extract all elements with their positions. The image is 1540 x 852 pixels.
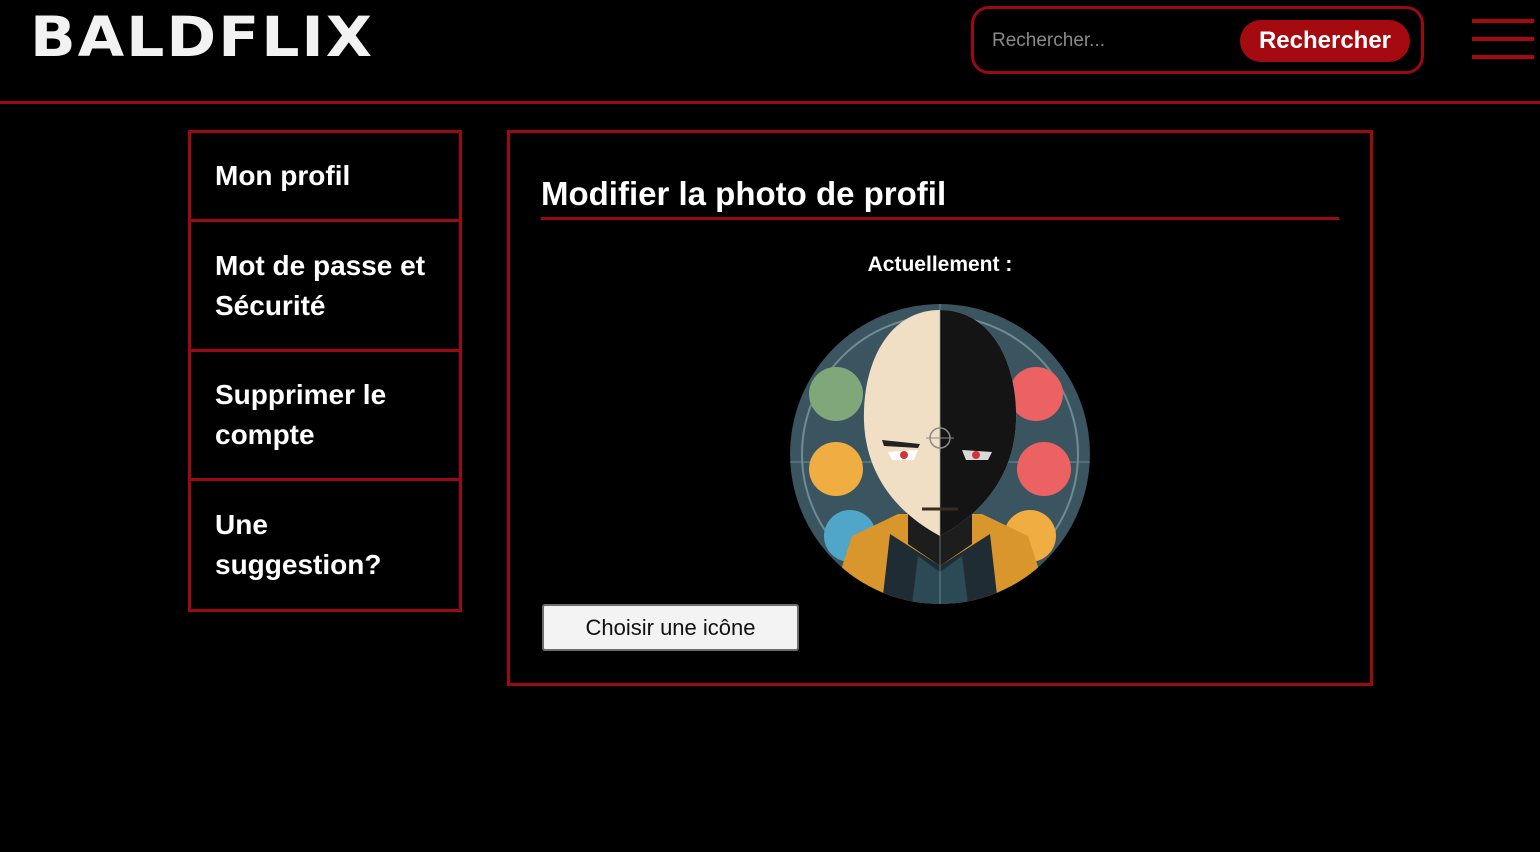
menu-bar	[1472, 19, 1534, 23]
search-form: Rechercher	[971, 6, 1424, 74]
sidebar-item-label: Supprimer le compte	[215, 379, 387, 450]
sidebar-item-mon-profil[interactable]: Mon profil	[191, 133, 459, 222]
site-header: BALDFLIX Rechercher	[0, 0, 1540, 104]
menu-bar	[1472, 37, 1534, 41]
choose-icon-button[interactable]: Choisir une icône	[542, 604, 799, 651]
current-photo-label: Actuellement :	[867, 253, 1013, 276]
sidebar-item-securite[interactable]: Mot de passe et Sécurité	[191, 222, 459, 352]
search-input[interactable]	[992, 25, 1232, 57]
search-button[interactable]: Rechercher	[1240, 20, 1410, 62]
sidebar-item-suggestion[interactable]: Une suggestion?	[191, 481, 459, 609]
hamburger-menu-icon[interactable]	[1472, 19, 1534, 63]
sidebar-item-supprimer-compte[interactable]: Supprimer le compte	[191, 352, 459, 481]
site-logo[interactable]: BALDFLIX	[30, 8, 374, 67]
page-title: Modifier la photo de profil	[541, 173, 1339, 220]
sidebar-item-label: Une suggestion?	[215, 509, 382, 580]
menu-bar	[1472, 55, 1534, 59]
sidebar-item-label: Mot de passe et Sécurité	[215, 249, 426, 321]
sidebar-item-label: Mon profil	[215, 160, 351, 191]
edit-photo-panel: Modifier la photo de profil Actuellement…	[507, 130, 1373, 686]
profile-avatar-image	[790, 304, 1090, 604]
profile-sidebar: Mon profil Mot de passe et Sécurité Supp…	[188, 130, 462, 612]
